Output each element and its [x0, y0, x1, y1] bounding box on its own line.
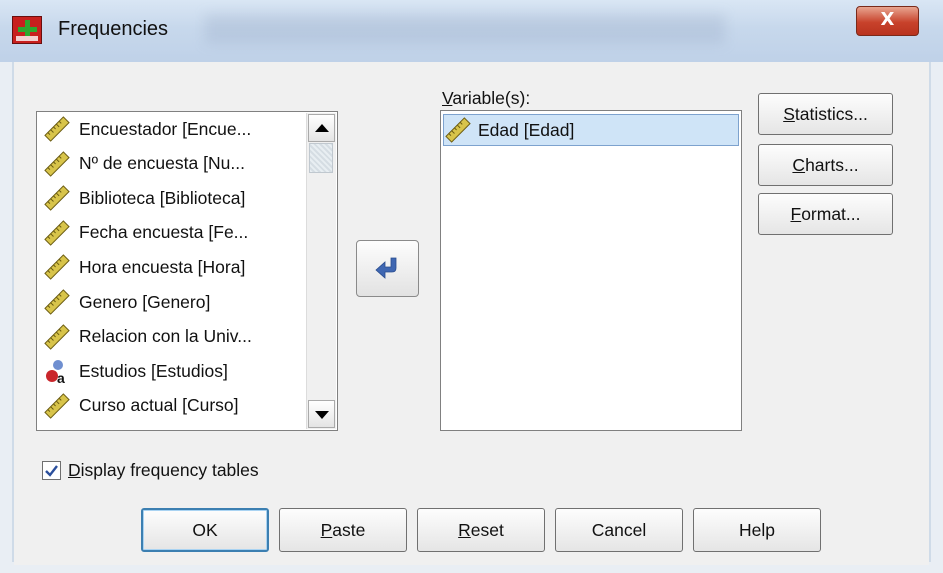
target-item-label: Edad [Edad]: [478, 119, 575, 140]
scale-ruler-icon: [43, 115, 71, 143]
source-item-label: Estudios [Estudios]: [79, 360, 228, 381]
window-frame-right: [929, 62, 931, 562]
cancel-button[interactable]: Cancel: [555, 508, 683, 552]
scale-ruler-icon: [43, 184, 71, 212]
target-variable-list[interactable]: Edad [Edad]: [440, 110, 742, 431]
move-variable-button[interactable]: [356, 240, 419, 297]
ok-button[interactable]: OK: [141, 508, 269, 552]
scroll-up-button[interactable]: [308, 114, 335, 142]
scale-ruler-icon: [43, 150, 71, 178]
checkmark-icon: [45, 465, 58, 477]
source-item-label: Curso actual [Curso]: [79, 395, 239, 416]
scroll-thumb[interactable]: [309, 143, 333, 173]
window-title: Frequencies: [58, 18, 169, 40]
target-list-item[interactable]: Edad [Edad]: [443, 114, 739, 146]
source-item-label: Biblioteca [Biblioteca]: [79, 187, 246, 208]
statistics-button[interactable]: Statistics...: [758, 93, 893, 135]
help-button[interactable]: Help: [693, 508, 821, 552]
source-item-label: Genero [Genero]: [79, 291, 211, 312]
close-button[interactable]: X: [856, 6, 919, 36]
arrow-down-icon: [315, 411, 329, 419]
reset-button[interactable]: Reset: [417, 508, 545, 552]
source-list-item[interactable]: Genero [Genero]: [43, 288, 210, 316]
variables-label: Variable(s):: [442, 88, 531, 108]
source-list-item[interactable]: a Estudios [Estudios]: [43, 357, 228, 386]
source-list-item[interactable]: Fecha encuesta [Fe...: [43, 219, 248, 247]
nominal-string-icon: a: [43, 357, 71, 386]
source-list-item[interactable]: Hora encuesta [Hora]: [43, 253, 245, 281]
scale-ruler-icon: [444, 116, 472, 144]
scale-ruler-icon: [43, 323, 71, 351]
source-item-label: Nº de encuesta [Nu...: [79, 153, 245, 174]
paste-button[interactable]: Paste: [279, 508, 407, 552]
source-list-item[interactable]: Curso actual [Curso]: [43, 392, 239, 420]
display-frequency-tables-label[interactable]: Display frequency tables: [68, 460, 259, 481]
source-variable-list[interactable]: Encuestador [Encue... Nº de encuesta [Nu.…: [36, 111, 338, 431]
source-list-item[interactable]: Encuestador [Encue...: [43, 115, 251, 143]
scale-ruler-icon: [43, 219, 71, 247]
spss-app-icon: [12, 16, 42, 44]
source-item-label: Encuestador [Encue...: [79, 118, 252, 139]
source-item-label: Fecha encuesta [Fe...: [79, 222, 249, 243]
scroll-down-button[interactable]: [308, 400, 335, 428]
source-list-item[interactable]: Relacion con la Univ...: [43, 323, 252, 351]
move-arrow-icon: [375, 257, 397, 279]
source-item-label: Hora encuesta [Hora]: [79, 256, 246, 277]
source-list-scrollbar[interactable]: [306, 113, 336, 429]
source-list-item[interactable]: Biblioteca [Biblioteca]: [43, 184, 245, 212]
scale-ruler-icon: [43, 288, 71, 316]
svg-text:a: a: [57, 370, 65, 385]
source-list-item[interactable]: Nº de encuesta [Nu...: [43, 150, 245, 178]
title-bar-background: [205, 14, 725, 44]
format-button[interactable]: Format...: [758, 193, 893, 235]
source-item-label: Relacion con la Univ...: [79, 326, 252, 347]
scale-ruler-icon: [43, 253, 71, 281]
arrow-up-icon: [315, 124, 329, 132]
scale-ruler-icon: [43, 392, 71, 420]
charts-button[interactable]: Charts...: [758, 144, 893, 186]
title-bar: Frequencies X: [0, 0, 943, 62]
display-frequency-tables-checkbox[interactable]: [42, 461, 61, 480]
